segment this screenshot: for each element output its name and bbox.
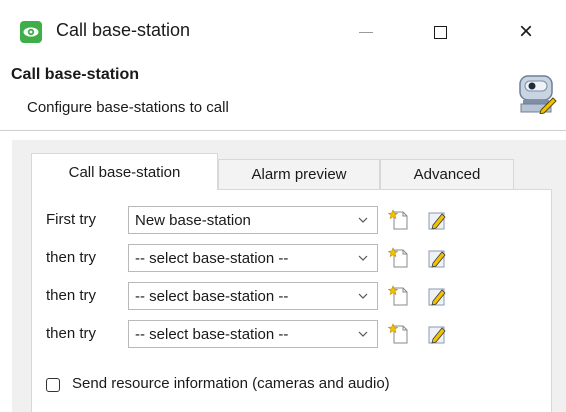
tab-call-base-station[interactable]: Call base-station <box>31 153 218 190</box>
select-value: -- select base-station -- <box>135 288 289 305</box>
row-label: then try <box>46 287 97 304</box>
select-value: New base-station <box>135 212 251 229</box>
close-button[interactable]: × <box>498 12 554 52</box>
tab-alarm-preview[interactable]: Alarm preview <box>218 159 380 189</box>
minimize-button[interactable] <box>338 12 394 52</box>
camera-eye-icon <box>20 21 42 43</box>
new-document-icon[interactable] <box>388 285 410 307</box>
tab-advanced[interactable]: Advanced <box>380 159 514 189</box>
main-panel: Call base-station Alarm preview Advanced… <box>12 140 566 412</box>
new-document-icon[interactable] <box>388 323 410 345</box>
base-station-select[interactable]: New base-station <box>128 206 378 234</box>
maximize-button[interactable] <box>412 12 468 52</box>
maximize-icon <box>433 25 447 39</box>
page-subtitle: Configure base-stations to call <box>27 99 229 116</box>
edit-icon[interactable] <box>426 323 448 345</box>
send-resource-info-option[interactable]: Send resource information (cameras and a… <box>46 374 546 396</box>
row-label: then try <box>46 249 97 266</box>
call-order-row: then try -- select base-station -- <box>32 244 553 272</box>
chevron-down-icon <box>358 217 368 223</box>
window-title: Call base-station <box>56 20 191 40</box>
new-document-icon[interactable] <box>388 209 410 231</box>
base-station-select[interactable]: -- select base-station -- <box>128 244 378 272</box>
chevron-down-icon <box>358 293 368 299</box>
row-label: then try <box>46 325 97 342</box>
checkbox-label: Send resource information (cameras and a… <box>72 375 390 392</box>
select-value: -- select base-station -- <box>135 250 289 267</box>
page-title: Call base-station <box>11 66 140 83</box>
close-icon: × <box>518 18 533 45</box>
title-bar: Call base-station × <box>0 0 566 64</box>
call-order-row: then try -- select base-station -- <box>32 320 553 348</box>
new-document-icon[interactable] <box>388 247 410 269</box>
base-station-select[interactable]: -- select base-station -- <box>128 282 378 310</box>
edit-icon[interactable] <box>426 285 448 307</box>
edit-icon[interactable] <box>426 247 448 269</box>
edit-icon[interactable] <box>426 209 448 231</box>
call-order-row: then try -- select base-station -- <box>32 282 553 310</box>
chevron-down-icon <box>358 255 368 261</box>
header-separator <box>0 130 566 131</box>
base-station-select[interactable]: -- select base-station -- <box>128 320 378 348</box>
call-order-row: First try New base-station <box>32 206 553 234</box>
minimize-icon <box>359 31 373 33</box>
row-label: First try <box>46 211 96 228</box>
base-station-edit-icon <box>517 70 557 115</box>
select-value: -- select base-station -- <box>135 326 289 343</box>
tab-content: First try New base-station then try -- s… <box>31 189 552 412</box>
send-resource-info-checkbox[interactable] <box>46 378 60 392</box>
chevron-down-icon <box>358 331 368 337</box>
